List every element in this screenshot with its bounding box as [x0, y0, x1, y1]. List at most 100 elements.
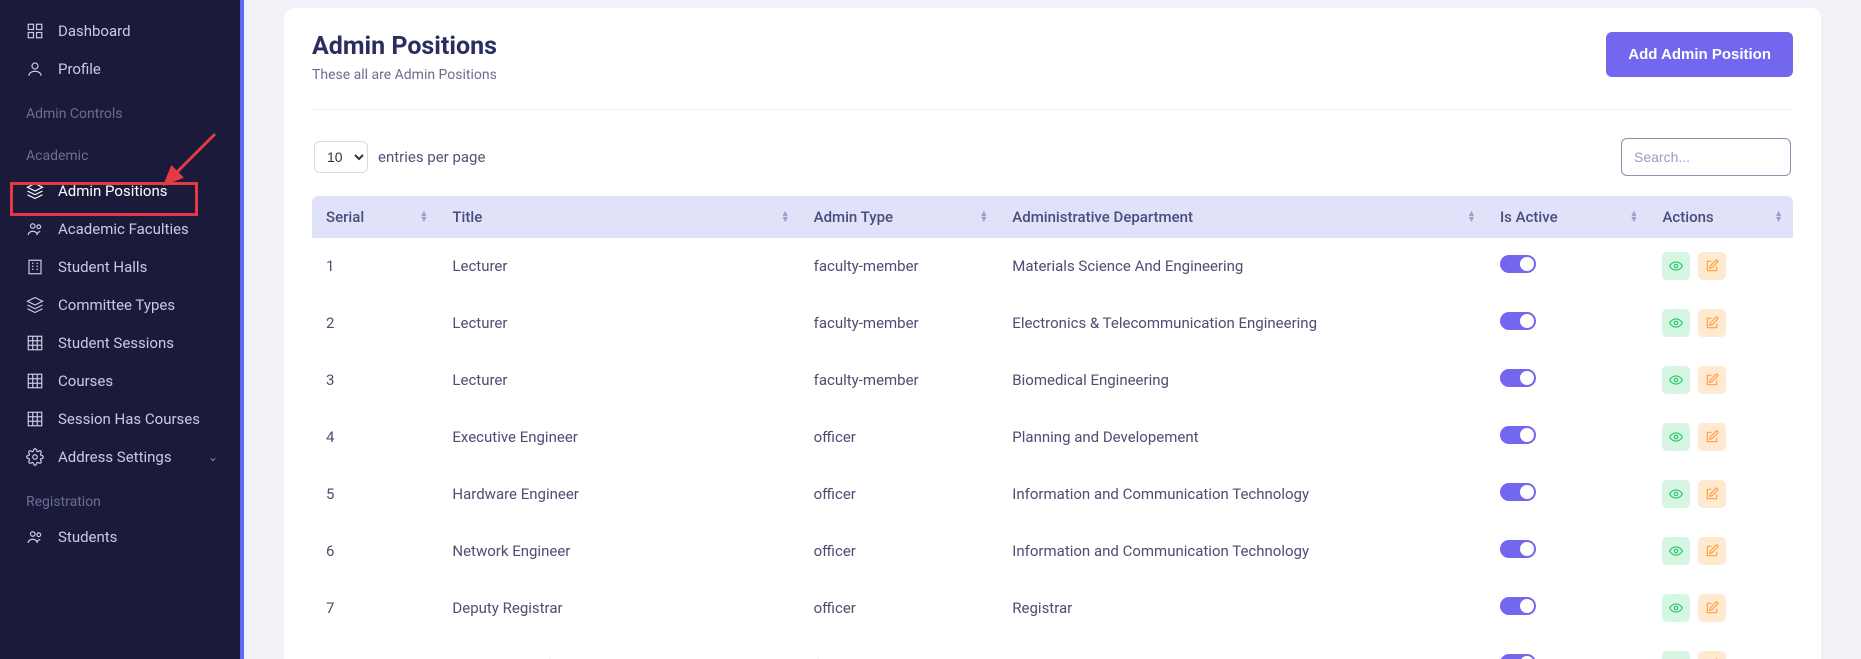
- active-toggle[interactable]: [1500, 483, 1536, 501]
- sort-icon: ▲▼: [979, 211, 988, 223]
- sidebar-label: Students: [58, 528, 117, 546]
- col-header-is-active[interactable]: Is Active ▲▼: [1486, 196, 1649, 238]
- table-row: 2Lecturerfaculty-memberElectronics & Tel…: [312, 295, 1793, 352]
- sidebar-item-dashboard[interactable]: Dashboard: [0, 12, 244, 50]
- table-controls: 10 entries per page: [312, 110, 1793, 196]
- per-page-select[interactable]: 10: [314, 141, 368, 173]
- users-icon: [26, 220, 44, 238]
- sort-icon: ▲▼: [1467, 211, 1476, 223]
- sidebar-label: Address Settings: [58, 448, 172, 466]
- view-button[interactable]: [1662, 537, 1690, 565]
- cell-is-active: [1486, 637, 1649, 659]
- cell-actions: [1648, 409, 1793, 466]
- page-subtitle: These all are Admin Positions: [312, 67, 497, 83]
- edit-button[interactable]: [1698, 651, 1726, 659]
- sort-icon: ▲▼: [1630, 211, 1639, 223]
- sidebar-section-registration: Registration: [0, 476, 244, 518]
- edit-button[interactable]: [1698, 366, 1726, 394]
- content-card: Admin Positions These all are Admin Posi…: [284, 8, 1821, 659]
- view-button[interactable]: [1662, 480, 1690, 508]
- cell-title: Hardware Engineer: [438, 466, 799, 523]
- cell-is-active: [1486, 580, 1649, 637]
- sidebar-item-courses[interactable]: Courses: [0, 362, 244, 400]
- layers-icon: [26, 296, 44, 314]
- sidebar-label: Courses: [58, 372, 113, 390]
- sidebar-label: Session Has Courses: [58, 410, 200, 428]
- table-row: 7Deputy RegistrarofficerRegistrar: [312, 580, 1793, 637]
- view-button[interactable]: [1662, 423, 1690, 451]
- col-header-serial[interactable]: Serial ▲▼: [312, 196, 438, 238]
- dashboard-icon: [26, 22, 44, 40]
- cell-serial: 7: [312, 580, 438, 637]
- sidebar-item-profile[interactable]: Profile: [0, 50, 244, 88]
- edit-icon: [1705, 544, 1719, 558]
- col-header-admin-type[interactable]: Admin Type ▲▼: [800, 196, 999, 238]
- cell-department: Planning and Developement: [998, 409, 1486, 466]
- table-row: 3Lecturerfaculty-memberBiomedical Engine…: [312, 352, 1793, 409]
- cell-is-active: [1486, 295, 1649, 352]
- sidebar-item-academic-faculties[interactable]: Academic Faculties: [0, 210, 244, 248]
- add-admin-position-button[interactable]: Add Admin Position: [1606, 32, 1793, 77]
- cell-title: Deputy Registrar: [438, 580, 799, 637]
- cell-department: Information and Communication Technology: [998, 523, 1486, 580]
- user-icon: [26, 60, 44, 78]
- sidebar-item-student-halls[interactable]: Student Halls: [0, 248, 244, 286]
- eye-icon: [1669, 373, 1683, 387]
- active-toggle[interactable]: [1500, 312, 1536, 330]
- view-button[interactable]: [1662, 309, 1690, 337]
- sidebar-item-admin-positions[interactable]: Admin Positions: [0, 172, 244, 210]
- active-toggle[interactable]: [1500, 255, 1536, 273]
- sidebar-item-session-has-courses[interactable]: Session Has Courses: [0, 400, 244, 438]
- page-title: Admin Positions: [312, 32, 497, 61]
- sort-icon: ▲▼: [419, 211, 428, 223]
- active-toggle[interactable]: [1500, 597, 1536, 615]
- cell-title: Lecturer: [438, 352, 799, 409]
- cell-department: Chemistry: [998, 637, 1486, 659]
- edit-button[interactable]: [1698, 423, 1726, 451]
- cell-serial: 1: [312, 238, 438, 295]
- cell-serial: 4: [312, 409, 438, 466]
- view-button[interactable]: [1662, 252, 1690, 280]
- col-header-title[interactable]: Title ▲▼: [438, 196, 799, 238]
- cell-is-active: [1486, 523, 1649, 580]
- cell-serial: 2: [312, 295, 438, 352]
- cell-is-active: [1486, 352, 1649, 409]
- sidebar-label: Committee Types: [58, 296, 175, 314]
- sidebar-item-committee-types[interactable]: Committee Types: [0, 286, 244, 324]
- table-row: 8Associate Professorfaculty-memberChemis…: [312, 637, 1793, 659]
- col-header-department[interactable]: Administrative Department ▲▼: [998, 196, 1486, 238]
- search-input[interactable]: [1621, 138, 1791, 176]
- admin-positions-table: Serial ▲▼ Title ▲▼ Admin Type ▲▼ Admin: [312, 196, 1793, 659]
- active-toggle[interactable]: [1500, 540, 1536, 558]
- sidebar-section-academic: Academic: [0, 130, 244, 172]
- users-icon: [26, 528, 44, 546]
- cell-serial: 8: [312, 637, 438, 659]
- active-toggle[interactable]: [1500, 426, 1536, 444]
- sidebar: Dashboard Profile Admin Controls Academi…: [0, 0, 244, 659]
- sidebar-section-admin-controls: Admin Controls: [0, 88, 244, 130]
- cell-title: Executive Engineer: [438, 409, 799, 466]
- cell-actions: [1648, 637, 1793, 659]
- edit-button[interactable]: [1698, 480, 1726, 508]
- edit-icon: [1705, 601, 1719, 615]
- sidebar-item-student-sessions[interactable]: Student Sessions: [0, 324, 244, 362]
- active-toggle[interactable]: [1500, 654, 1536, 659]
- view-button[interactable]: [1662, 651, 1690, 659]
- view-button[interactable]: [1662, 594, 1690, 622]
- active-toggle[interactable]: [1500, 369, 1536, 387]
- edit-icon: [1705, 487, 1719, 501]
- sidebar-item-students[interactable]: Students: [0, 518, 244, 556]
- edit-icon: [1705, 316, 1719, 330]
- edit-button[interactable]: [1698, 537, 1726, 565]
- view-button[interactable]: [1662, 366, 1690, 394]
- sidebar-item-address-settings[interactable]: Address Settings ⌄: [0, 438, 244, 476]
- edit-button[interactable]: [1698, 594, 1726, 622]
- edit-button[interactable]: [1698, 309, 1726, 337]
- table-row: 6Network EngineerofficerInformation and …: [312, 523, 1793, 580]
- col-header-actions[interactable]: Actions ▲▼: [1648, 196, 1793, 238]
- cell-admin-type: officer: [800, 523, 999, 580]
- gear-icon: [26, 448, 44, 466]
- cell-actions: [1648, 238, 1793, 295]
- edit-button[interactable]: [1698, 252, 1726, 280]
- cell-serial: 3: [312, 352, 438, 409]
